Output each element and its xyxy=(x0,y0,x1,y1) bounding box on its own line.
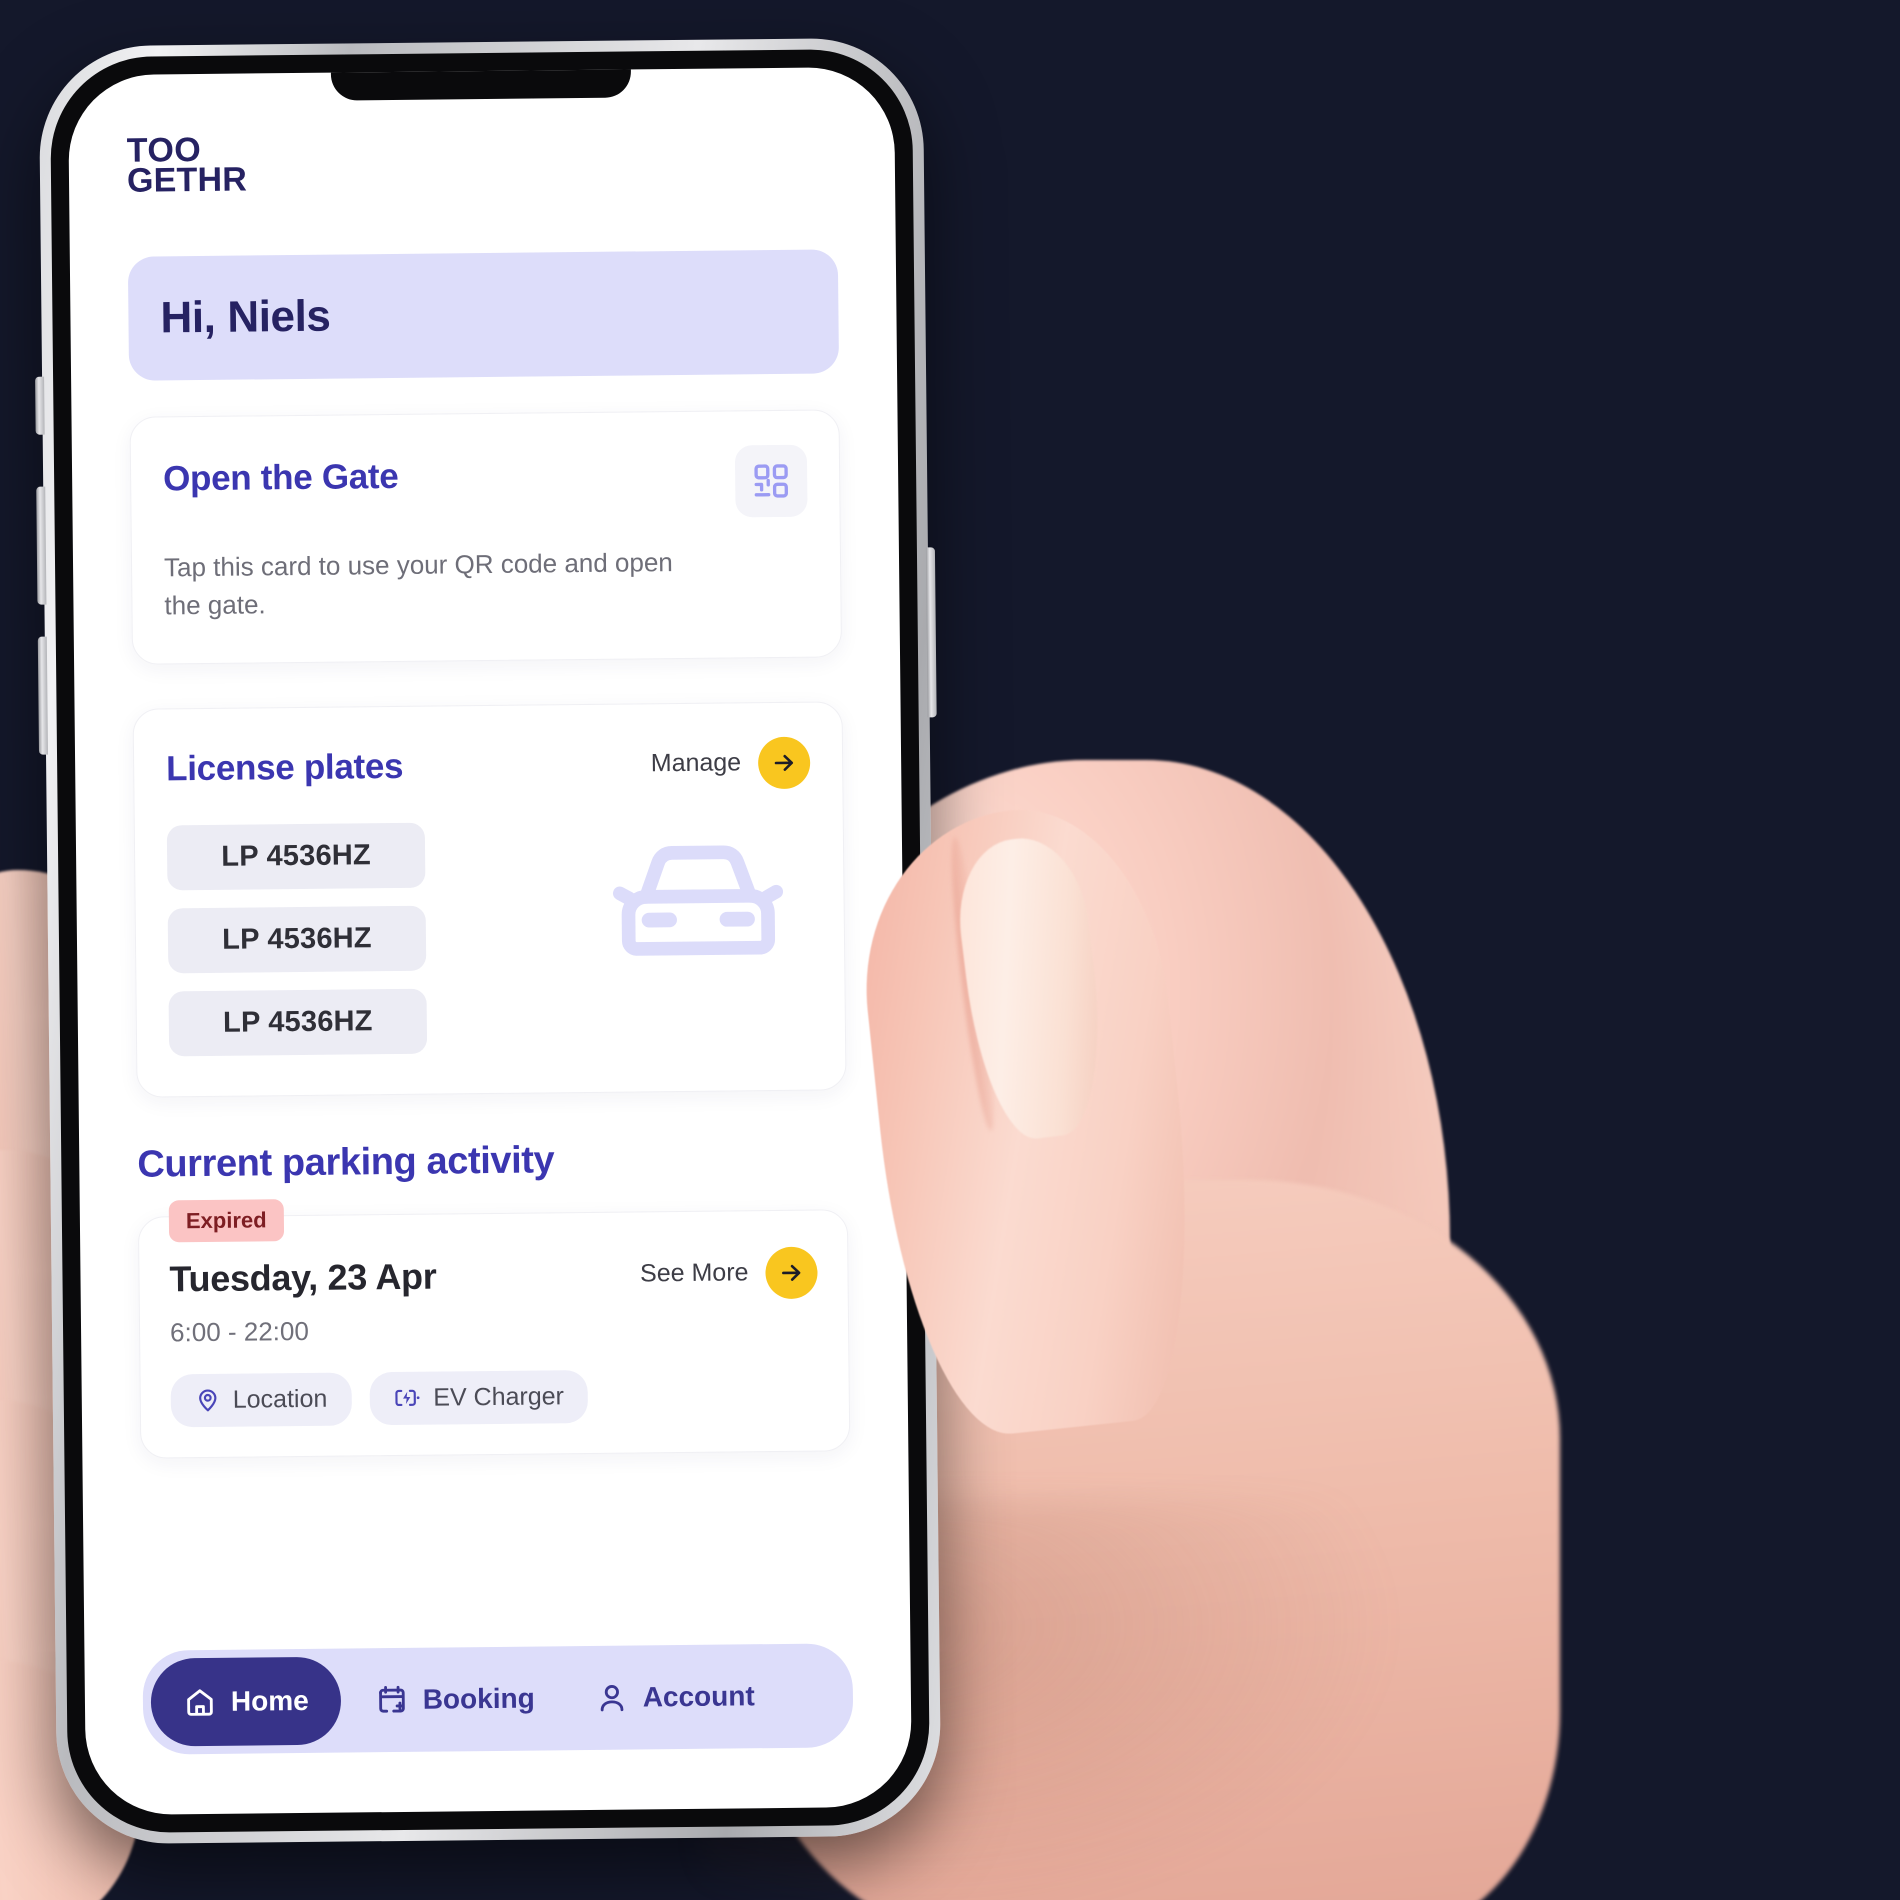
nav-item-home[interactable]: Home xyxy=(150,1656,342,1747)
tag-location-label: Location xyxy=(232,1384,328,1414)
nav-item-home-label: Home xyxy=(230,1684,309,1717)
see-more-action[interactable]: See More xyxy=(640,1246,818,1300)
user-icon xyxy=(595,1681,629,1715)
manage-plates-action[interactable]: Manage xyxy=(651,736,811,790)
status-badge: Expired xyxy=(168,1198,284,1243)
nav-item-account-label: Account xyxy=(642,1680,755,1713)
parking-activity-time: 6:00 - 22:00 xyxy=(169,1315,310,1348)
calendar-plus-icon xyxy=(375,1683,409,1717)
app-root: TOO GETHR Hi, Niels Open the Gate Tap th… xyxy=(68,67,912,1816)
license-plate-chip[interactable]: LP 4536HZ xyxy=(168,988,428,1057)
thumb-nail xyxy=(950,831,1114,1145)
greeting-text: Hi, Niels xyxy=(160,291,331,343)
phone-notch xyxy=(330,66,632,101)
volume-up-button[interactable] xyxy=(36,486,47,605)
mute-switch[interactable] xyxy=(35,376,45,435)
qr-code-icon xyxy=(751,461,791,501)
license-plates-title: License plates xyxy=(165,746,404,789)
parking-activity-date: Tuesday, 23 Apr xyxy=(169,1255,437,1300)
phone-device: TOO GETHR Hi, Niels Open the Gate Tap th… xyxy=(35,37,942,1845)
home-icon xyxy=(183,1685,217,1719)
bottom-navigation: Home Booking Account xyxy=(142,1643,854,1755)
qr-code-icon-button[interactable] xyxy=(734,444,808,518)
greeting-banner: Hi, Niels xyxy=(127,249,840,381)
parking-activity-title: Current parking activity xyxy=(137,1139,555,1186)
nav-item-account[interactable]: Account xyxy=(568,1652,781,1742)
license-plate-list: LP 4536HZ LP 4536HZ LP 4536HZ xyxy=(166,822,428,1057)
tag-location[interactable]: Location xyxy=(170,1372,352,1428)
manage-plates-label: Manage xyxy=(650,748,742,778)
parking-activity-body: Tuesday, 23 Apr See More 6:00 - 22:00 Lo… xyxy=(139,1246,849,1428)
parking-activity-card[interactable]: Expired Tuesday, 23 Apr See More 6:00 - … xyxy=(137,1198,851,1459)
logo-line-2: GETHR xyxy=(126,160,248,200)
screenshot-stage: TOO GETHR Hi, Niels Open the Gate Tap th… xyxy=(0,0,1900,1900)
tag-ev-charger[interactable]: EV Charger xyxy=(369,1369,589,1426)
arrow-right-icon xyxy=(771,749,797,775)
power-button[interactable] xyxy=(925,547,937,718)
license-plates-body: LP 4536HZ LP 4536HZ LP 4536HZ xyxy=(166,818,813,1057)
see-more-label: See More xyxy=(639,1258,749,1288)
open-gate-description: Tap this card to use your QR code and op… xyxy=(163,546,673,621)
open-gate-title: Open the Gate xyxy=(162,456,399,499)
volume-down-button[interactable] xyxy=(37,636,49,755)
open-gate-card[interactable]: Open the Gate Tap this card to use your … xyxy=(129,409,843,665)
toogethr-logo: TOO GETHR xyxy=(126,129,838,200)
license-plate-chip[interactable]: LP 4536HZ xyxy=(166,822,426,891)
tag-ev-charger-label: EV Charger xyxy=(433,1381,565,1412)
open-gate-card-header: Open the Gate xyxy=(163,444,808,523)
nav-item-booking-label: Booking xyxy=(422,1682,535,1715)
ev-charger-icon xyxy=(393,1385,421,1411)
car-front-icon xyxy=(610,835,786,969)
license-plate-chip[interactable]: LP 4536HZ xyxy=(167,905,427,974)
license-plates-header: License plates Manage xyxy=(166,736,811,795)
phone-bezel: TOO GETHR Hi, Niels Open the Gate Tap th… xyxy=(49,48,931,1834)
map-pin-icon xyxy=(195,1387,221,1413)
phone-screen: TOO GETHR Hi, Niels Open the Gate Tap th… xyxy=(67,66,913,1816)
manage-plates-button[interactable] xyxy=(757,736,811,789)
thumb-nail-edge xyxy=(944,835,1002,1133)
parking-activity-tags: Location EV Charger xyxy=(170,1367,820,1428)
license-plates-card: License plates Manage LP 4536HZ LP 4536H… xyxy=(132,701,847,1098)
arrow-right-icon xyxy=(778,1259,804,1285)
see-more-button[interactable] xyxy=(765,1246,818,1299)
nav-item-booking[interactable]: Booking xyxy=(348,1654,561,1744)
